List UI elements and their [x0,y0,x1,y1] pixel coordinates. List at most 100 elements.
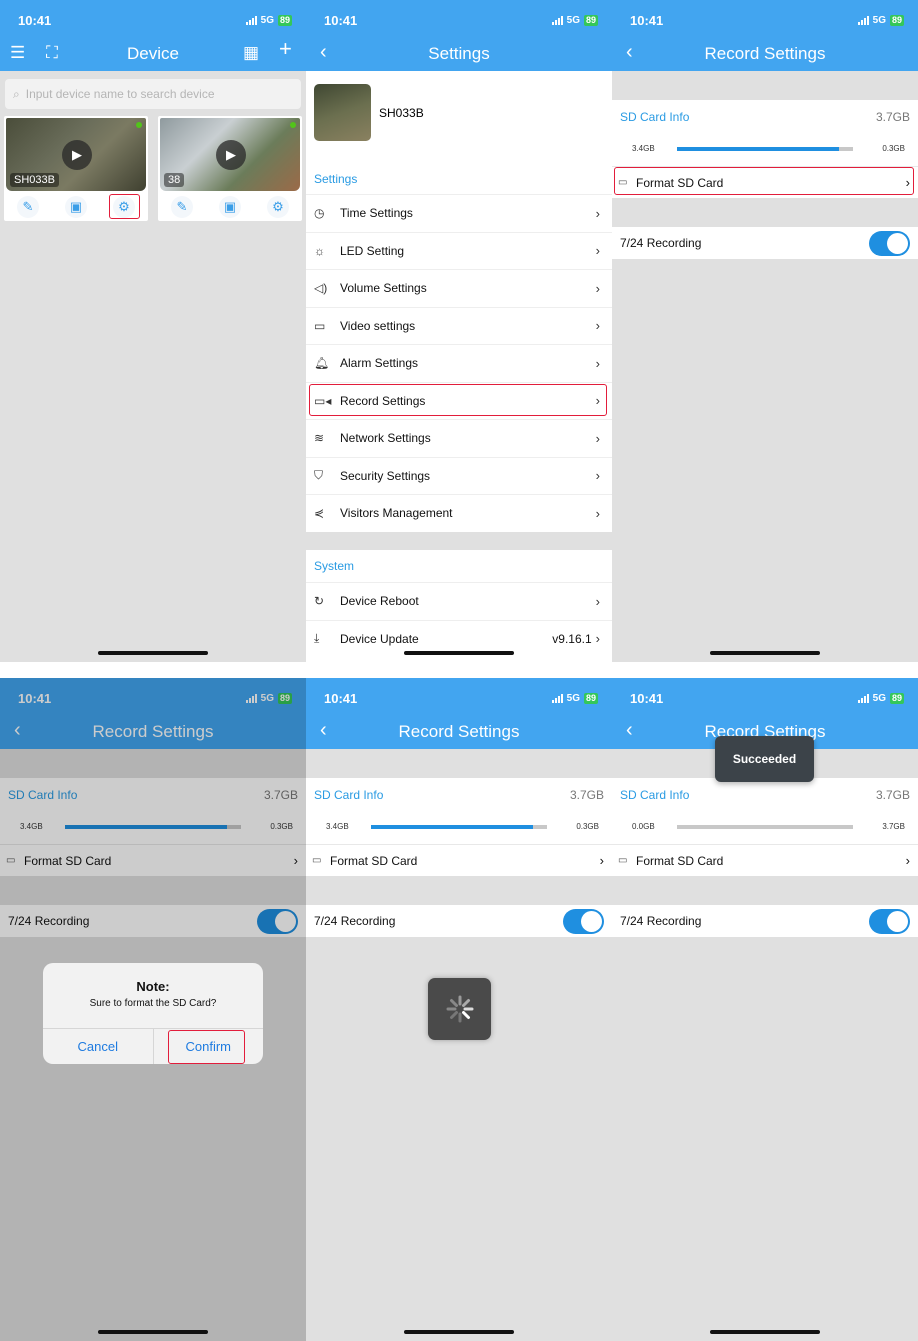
row-label: Device Reboot [340,594,419,608]
reboot-icon: ↻ [314,594,325,608]
storage-bar-fill [371,825,533,829]
signal-icon [857,693,869,703]
sd-card-icon: ▭ [312,855,322,866]
device-name: SH033B [10,173,59,187]
battery-icon: 89 [583,692,598,704]
status-bar: 10:41 5G 89 [18,12,292,28]
edit-icon[interactable]: ✎ [17,196,39,218]
settings-row[interactable]: ◁) Volume Settings › [306,269,612,306]
sd-card-info-label: SD Card Info [620,788,690,802]
free-space: 3.7GB [882,822,905,831]
recording-toggle[interactable] [563,908,604,934]
sd-capacity: 3.7GB [569,788,604,802]
row-label: Visitors Management [340,506,453,520]
chevron-right-icon: › [595,205,600,221]
nav-bar: 10:41 5G 89 ‹ Record Settings [306,678,612,749]
format-sd-card-row[interactable]: ▭ Format SD Card › [306,844,612,876]
home-indicator [404,1330,514,1334]
settings-row[interactable]: ⛉ Security Settings › [306,456,612,494]
page-title: Device [127,44,179,63]
network-label: 5G [872,14,886,26]
camera-preview[interactable]: ▶ 38 [160,118,300,191]
spinner-icon [446,995,473,1023]
volume-icon: ◁) [314,281,328,295]
network-label: 5G [566,692,580,704]
nav-bar: 10:41 5G 89 ‹ Settings [306,0,612,71]
online-indicator [136,122,142,128]
highlight-box [109,194,140,219]
recording-row: 7/24 Recording [612,227,918,259]
chevron-right-icon: › [595,280,600,296]
section-header-system: System [314,559,355,573]
add-icon[interactable]: + [279,38,292,60]
settings-row[interactable]: ◷ Time Settings › [306,194,612,231]
search-placeholder: Input device name to search device [25,87,215,101]
network-label: 5G [566,14,580,26]
signal-icon [551,15,563,25]
chevron-right-icon: › [595,355,600,371]
home-indicator [710,651,820,655]
storage-bar [677,147,853,151]
settings-row[interactable]: 🔔︎ Alarm Settings › [306,344,612,381]
free-space: 0.3GB [882,144,905,153]
play-icon[interactable]: ▶ [62,140,92,170]
format-sd-card-row[interactable]: ▭ Format SD Card › [612,844,918,876]
camera-preview[interactable]: ▶ SH033B [6,118,146,191]
video-icon: ▭ [314,318,326,333]
search-icon: ⌕ [13,86,20,101]
dialog-message: Sure to format the SD Card? [89,998,217,1009]
used-space: 3.4GB [326,822,349,831]
play-icon[interactable]: ▶ [216,140,246,170]
grid-icon[interactable]: ▦ [243,44,259,62]
settings-row[interactable]: ↻ Device Reboot › [306,582,612,619]
playback-icon[interactable]: ▣ [65,196,87,218]
status-time: 10:41 [324,12,358,28]
screen-format-confirm: 10:41 5G 89 ‹ Record Settings SD Card Inf… [0,678,306,1341]
chevron-right-icon: › [595,593,600,609]
settings-row[interactable]: ≋ Network Settings › [306,419,612,456]
used-space: 3.4GB [632,144,655,153]
online-indicator [290,122,296,128]
highlight-box [168,1030,245,1064]
search-input[interactable]: ⌕ Input device name to search device [5,79,301,109]
screen-device-list: 10:41 5G 89 ☰ ⛶ Device ▦ + ⌕ Input device… [0,0,306,662]
page-title: Record Settings [704,44,826,63]
battery-icon: 89 [889,692,904,704]
row-value: v9.16.1 [552,631,592,646]
network-label: 5G [260,14,274,26]
sd-card-info: SD Card Info 3.7GB 0.0GB 3.7GB [612,778,918,844]
nav-bar: 10:41 5G 89 ☰ ⛶ Device ▦ + [0,0,306,71]
sd-card-info: SD Card Info 3.7GB 3.4GB 0.3GB [306,778,612,844]
cancel-button[interactable]: Cancel [43,1029,154,1064]
recording-toggle[interactable] [869,908,910,934]
settings-row[interactable]: ⋞ Visitors Management › [306,494,612,531]
settings-row[interactable]: ☼ LED Setting › [306,231,612,269]
download-icon: ⤓ [314,631,320,645]
device-name: 38 [164,173,185,187]
settings-row[interactable]: ▭ Video settings › [306,306,612,344]
device-name: SH033B [379,106,424,120]
signal-icon [245,15,257,25]
status-time: 10:41 [630,12,664,28]
network-label: 5G [872,692,886,704]
playback-icon[interactable]: ▣ [219,196,241,218]
storage-bar-fill [677,147,839,151]
battery-icon: 89 [889,14,904,26]
chevron-right-icon: › [905,853,910,868]
highlight-box [309,384,607,416]
device-thumbnail [314,84,371,141]
edit-icon[interactable]: ✎ [171,196,193,218]
status-time: 10:41 [630,690,664,706]
gear-icon[interactable]: ⚙ [267,196,289,218]
page-title: Settings [428,44,490,63]
device-card[interactable]: ▶ 38 ✎ ▣ ⚙ [158,116,302,221]
sd-card-icon: ▭ [618,855,628,866]
screen-formatting: 10:41 5G 89 ‹ Record Settings SD Card Inf… [306,678,612,1341]
screen-record-settings: 10:41 5G 89 ‹ Record Settings SD Card Inf… [612,0,918,662]
row-label: Alarm Settings [340,356,419,370]
recording-row: 7/24 Recording [612,905,918,937]
recording-toggle[interactable] [869,230,910,256]
status-bar: 10:41 5G 89 [630,690,904,706]
home-indicator [404,651,514,655]
status-time: 10:41 [18,12,52,28]
